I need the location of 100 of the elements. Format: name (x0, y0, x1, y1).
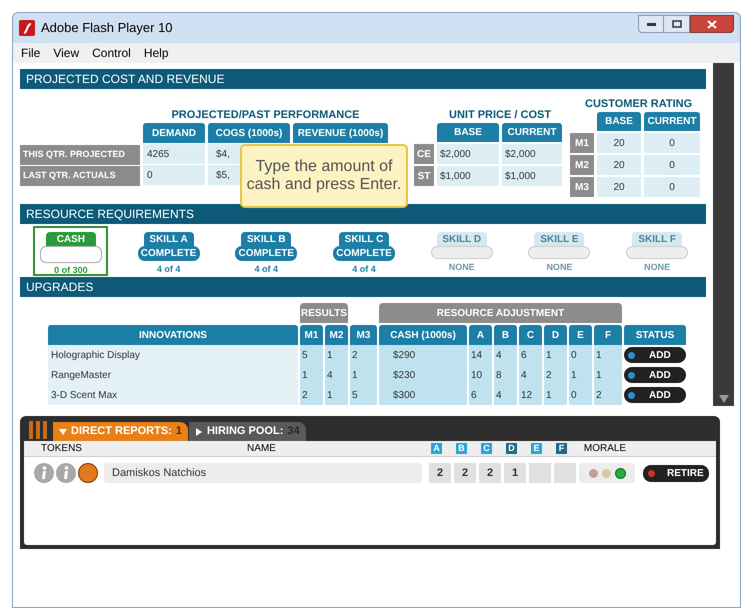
flash-logo-icon (19, 20, 35, 36)
add-button[interactable]: ADD (624, 367, 686, 383)
row-label: M3 (570, 177, 594, 197)
column-header: M1 (300, 325, 323, 345)
table-cell: 0 (569, 385, 592, 405)
tooltip: Type the amount of cash and press Enter. (240, 144, 408, 208)
progress-text: NONE (448, 260, 475, 274)
scroll-down-icon[interactable] (718, 394, 730, 404)
table-cell: 5 (300, 345, 323, 365)
table-cell: 2 (429, 463, 451, 483)
table-cell: 12 (519, 385, 542, 405)
table-cell: 0 (143, 165, 205, 185)
menu-item[interactable]: File (21, 44, 40, 62)
table-cell: 2 (454, 463, 476, 483)
column-header: E (531, 443, 542, 454)
empty-cell (529, 463, 551, 483)
table-cell: 2 (594, 385, 622, 405)
table-title: PROJECTED/PAST PERFORMANCE (170, 108, 361, 123)
table-cell: 0 (569, 345, 592, 365)
table-cell: 6 (519, 345, 542, 365)
column-header: NAME (247, 442, 276, 456)
column-header: DEMAND (143, 123, 205, 143)
table-cell: $1,000 (437, 166, 499, 186)
table-cell: 4 (494, 345, 517, 365)
table-cell: $1,000 (502, 166, 562, 186)
info-icon[interactable] (34, 463, 54, 483)
close-button[interactable] (690, 15, 734, 33)
row-label: M1 (570, 133, 594, 153)
section-header: PROJECTED COST AND REVENUE (20, 69, 706, 89)
column-header: BASE (437, 123, 499, 142)
add-button[interactable]: ADD (624, 387, 686, 403)
table-cell: 1 (325, 385, 348, 405)
menu-item[interactable]: Control (92, 44, 131, 62)
window-title: Adobe Flash Player 10 (41, 19, 173, 38)
menu-item[interactable]: View (53, 44, 80, 62)
table-cell: 8 (494, 365, 517, 385)
table-cell: 1 (350, 365, 377, 385)
column-header: CURRENT (644, 112, 700, 131)
section-header: RESOURCE REQUIREMENTS (20, 204, 706, 224)
add-button[interactable]: ADD (624, 347, 686, 363)
minimize-icon (646, 22, 656, 26)
table-cell: 1 (504, 463, 526, 483)
row-label: LAST QTR. ACTUALS (20, 166, 140, 186)
table-cell: $290 (379, 345, 467, 365)
token-icon[interactable] (78, 463, 98, 483)
column-header: CURRENT (502, 123, 562, 142)
table-cell: 20 (597, 155, 641, 175)
progress-text: 4 of 4 (156, 263, 180, 276)
table-cell: 0 (644, 177, 700, 197)
menu-item[interactable]: Help (144, 44, 169, 62)
minimize-button[interactable] (638, 15, 664, 33)
cash-input[interactable] (40, 246, 102, 263)
retire-button[interactable]: RETIRE (643, 464, 709, 482)
column-header: STATUS (624, 325, 686, 345)
column-header: D (544, 325, 567, 345)
tab[interactable]: DIRECT REPORTS: 1 (53, 422, 188, 441)
column-header: CASH (1000s) (379, 325, 467, 345)
table-cell: 4265 (143, 144, 205, 164)
progress-text: 4 of 4 (254, 263, 278, 276)
table-cell: 1 (544, 345, 567, 365)
table-cell: 20 (597, 133, 641, 153)
progress-text: NONE (644, 260, 670, 274)
scrollbar[interactable] (713, 63, 734, 406)
column-header: E (569, 325, 592, 345)
column-header: COGS (1000s) (208, 123, 290, 143)
column-header: F (594, 325, 622, 345)
progress-text: NONE (546, 260, 572, 274)
table-cell: 1 (544, 385, 567, 405)
table-cell: 2 (479, 463, 501, 483)
table-cell: 4 (325, 365, 348, 385)
status-pill (626, 246, 688, 258)
table-cell: 0 (644, 133, 700, 153)
table-title: CUSTOMER RATING (584, 97, 694, 112)
row-label: CE (414, 144, 434, 164)
column-header: A (469, 325, 492, 345)
table-cell: 5 (350, 385, 377, 405)
column-header: M3 (350, 325, 377, 345)
column-header: B (456, 443, 467, 454)
group-header: RESULTS (300, 303, 348, 323)
table-cell: 2 (350, 345, 377, 365)
progress-text: 0 of 300 (54, 264, 88, 277)
table-cell: 20 (597, 177, 641, 197)
label-tab: SKILL D (436, 232, 487, 246)
table-cell: 4 (494, 385, 517, 405)
column-header: MORALE (584, 442, 626, 456)
table-cell: 1 (300, 365, 323, 385)
empty-cell (554, 463, 576, 483)
table-cell: 1 (569, 365, 592, 385)
table-title: UNIT PRICE / COST (448, 108, 552, 123)
maximize-button[interactable] (664, 15, 690, 33)
row-label: ST (414, 166, 434, 186)
table-cell: 1 (325, 345, 348, 365)
column-header: TOKENS (41, 442, 82, 456)
status-pill: COMPLETE (138, 246, 200, 261)
label-tab: SKILL F (632, 232, 682, 246)
table-cell: $2,000 (437, 144, 499, 164)
status-pill (528, 246, 590, 258)
table-cell: $2,000 (502, 144, 562, 164)
table-cell: Holographic Display (48, 345, 298, 365)
status-pill: COMPLETE (333, 246, 396, 261)
